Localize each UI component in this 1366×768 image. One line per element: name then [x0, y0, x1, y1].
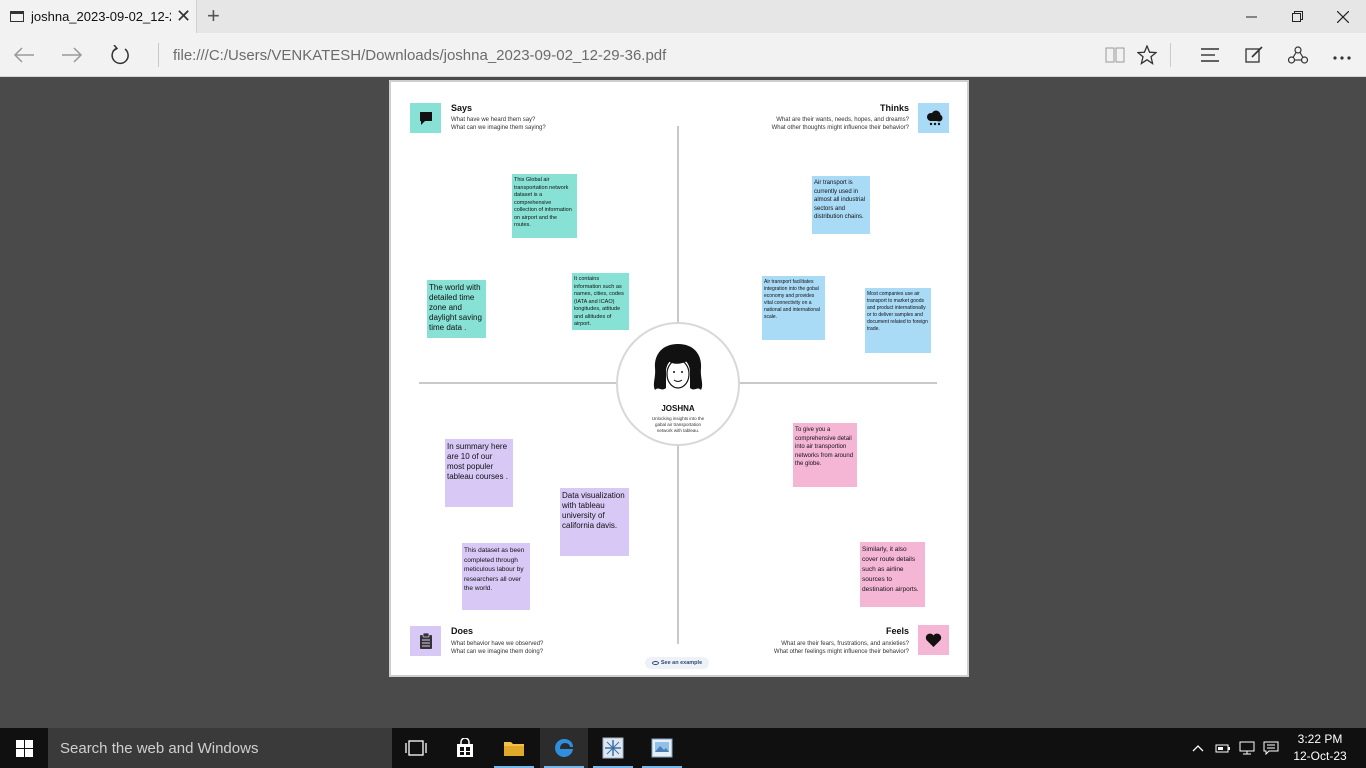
persona-avatar-icon	[653, 344, 703, 390]
start-button[interactable]	[0, 728, 48, 768]
says-title: Says	[451, 103, 473, 113]
url-field[interactable]: file:///C:/Users/VENKATESH/Downloads/jos…	[173, 47, 666, 64]
sticky-note: This dataset as been completed through m…	[462, 543, 530, 610]
persona-description: Unlocking insights into the gabal air tr…	[651, 416, 705, 433]
minimize-icon	[1245, 16, 1257, 18]
task-view-icon	[405, 740, 427, 756]
system-clock[interactable]: 3:22 PM 12-Oct-23	[1290, 731, 1350, 765]
pen-icon	[1245, 46, 1263, 63]
snipping-tool-button[interactable]	[589, 728, 637, 768]
refresh-icon	[111, 44, 129, 65]
taskbar: Search the web and Windows 3:22 PM 12-Oc…	[0, 728, 1366, 768]
more-button[interactable]	[1328, 42, 1356, 68]
network-icon	[1239, 741, 1255, 755]
sticky-note: It contains information such as names, c…	[572, 273, 629, 330]
restore-icon	[1291, 11, 1303, 22]
sticky-note: Data visualization with tableau universi…	[560, 488, 629, 556]
sticky-note: The world with detailed time zone and da…	[427, 280, 486, 338]
snipping-tool-icon	[602, 737, 624, 759]
share-button[interactable]	[1284, 42, 1312, 68]
battery-button[interactable]	[1212, 728, 1234, 768]
photos-app-button[interactable]	[638, 728, 686, 768]
browser-tab[interactable]: joshna_2023-09-02_12-2 ✕	[0, 0, 197, 33]
feels-question-2: What other feelings might influence thei…	[773, 649, 909, 655]
see-example-label: See an example	[660, 660, 703, 666]
file-explorer-button[interactable]	[490, 728, 538, 768]
close-tab-icon[interactable]: ✕	[176, 6, 191, 26]
does-question-2: What can we imagine them doing?	[451, 649, 544, 655]
sticky-note: Most companies use air transport to mark…	[865, 288, 931, 353]
web-note-button[interactable]	[1240, 42, 1268, 68]
separator	[158, 43, 159, 67]
reading-view-icon	[1105, 47, 1125, 63]
close-window-button[interactable]	[1320, 0, 1366, 33]
feels-question-1: What are their fears, frustrations, and …	[781, 641, 909, 647]
chevron-up-icon	[1192, 745, 1204, 752]
sticky-note: Air transport is currently used in almos…	[812, 176, 870, 234]
new-tab-button[interactable]: +	[207, 4, 220, 28]
battery-icon	[1215, 744, 1230, 753]
show-hidden-icons-button[interactable]	[1188, 728, 1208, 768]
heart-icon	[918, 625, 949, 655]
hub-icon	[1201, 48, 1219, 62]
action-center-button[interactable]	[1260, 728, 1282, 768]
persona-circle: JOSHNA Unlocking insights into the gabal…	[616, 322, 740, 446]
thinks-question-2: What other thoughts might influence thei…	[771, 125, 909, 131]
restore-button[interactable]	[1274, 0, 1320, 33]
page-icon	[10, 11, 24, 22]
edge-browser-button[interactable]	[540, 728, 588, 768]
clock-date: 12-Oct-23	[1293, 749, 1347, 763]
thinks-title: Thinks	[879, 103, 909, 113]
separator	[1170, 43, 1171, 67]
speech-bubble-icon	[410, 103, 441, 133]
says-question-2: What can we imagine them saying?	[451, 125, 546, 131]
notification-icon	[1263, 741, 1279, 755]
task-view-button[interactable]	[392, 728, 440, 768]
clock-time: 3:22 PM	[1297, 732, 1343, 746]
taskbar-search-box[interactable]: Search the web and Windows	[48, 728, 392, 768]
refresh-button[interactable]	[105, 41, 135, 69]
thinks-question-1: What are their wants, needs, hopes, and …	[776, 117, 909, 123]
feels-title: Feels	[885, 626, 909, 636]
sticky-note: This Global air transportation network d…	[512, 174, 577, 238]
store-button[interactable]	[441, 728, 489, 768]
forward-button[interactable]	[57, 41, 87, 69]
see-example-link[interactable]: See an example	[645, 657, 709, 669]
sticky-note: Similarly, it also cover route details s…	[860, 542, 925, 607]
thought-cloud-icon	[918, 103, 949, 133]
reading-view-button[interactable]	[1101, 42, 1129, 68]
star-icon	[1136, 44, 1158, 65]
more-dots-icon	[1333, 56, 1351, 60]
share-icon	[1287, 46, 1309, 64]
forward-arrow-icon	[62, 47, 83, 63]
address-bar-row: file:///C:/Users/VENKATESH/Downloads/jos…	[0, 33, 1366, 77]
sticky-note: To give you a comprehensive detail into …	[793, 423, 857, 487]
search-placeholder: Search the web and Windows	[60, 740, 259, 757]
says-question-1: What have we heard them say?	[451, 117, 536, 123]
persona-name: JOSHNA	[661, 404, 695, 413]
store-bag-icon	[457, 738, 473, 757]
favorite-button[interactable]	[1133, 42, 1161, 68]
sticky-note: Air transport facilitates integration in…	[762, 276, 825, 340]
edge-logo-icon	[555, 739, 573, 757]
title-bar: joshna_2023-09-02_12-2 ✕ +	[0, 0, 1366, 33]
eye-icon	[651, 660, 659, 665]
does-title: Does	[451, 626, 474, 636]
hub-button[interactable]	[1196, 42, 1224, 68]
tab-title: joshna_2023-09-02_12-2	[31, 9, 171, 24]
picture-icon	[651, 738, 673, 758]
windows-logo-icon	[15, 739, 33, 757]
network-button[interactable]	[1236, 728, 1258, 768]
sticky-note: In summary here are 10 of our most popul…	[445, 439, 513, 507]
folder-icon	[504, 742, 524, 756]
pdf-page: Says What have we heard them say? What c…	[389, 80, 969, 677]
clipboard-icon	[410, 626, 441, 656]
close-icon	[1337, 10, 1349, 23]
minimize-button[interactable]	[1228, 0, 1274, 33]
does-question-1: What behavior have we observed?	[451, 641, 544, 647]
pdf-viewer[interactable]: Says What have we heard them say? What c…	[0, 77, 1366, 728]
back-arrow-icon	[13, 47, 34, 63]
back-button[interactable]	[9, 41, 39, 69]
